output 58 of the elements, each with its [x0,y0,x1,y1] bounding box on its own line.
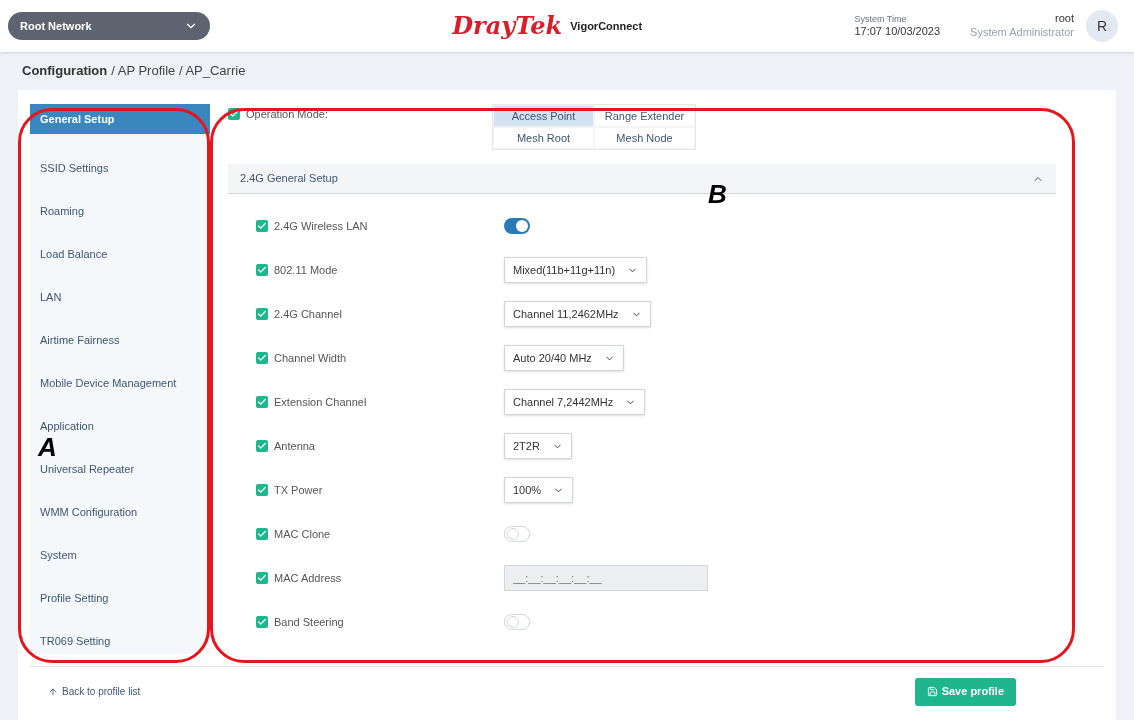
checkbox[interactable] [256,440,268,452]
annotation-label: A [38,435,57,459]
logo-product: VigorConnect [570,18,643,34]
mode-option[interactable]: Mesh Root [493,127,594,149]
time-label: System Time [854,13,908,25]
setting-label: 2.4G Channel [274,306,342,322]
select-dropdown[interactable]: Channel 7,2442MHz [504,389,646,415]
setting-label: MAC Clone [274,526,331,542]
checkbox[interactable] [256,616,268,628]
mode-option[interactable]: Mesh Node [594,127,695,149]
user-role: System Administrator [970,26,1074,40]
setting-label: MAC Address [274,570,342,586]
network-dropdown[interactable]: Root Network [8,12,210,40]
setting-label: Band Steering [274,614,344,630]
user-name: root [1055,12,1074,26]
sidebar-item[interactable]: Load Balance [40,245,108,264]
select-dropdown[interactable]: Channel 11,2462MHz [504,301,651,327]
mode-option[interactable]: Range Extender [594,105,695,127]
checkbox[interactable] [256,484,268,496]
setting-label: Antenna [274,438,315,454]
checkbox[interactable] [256,264,268,276]
setting-label: Extension Channel [274,394,367,410]
checkbox[interactable] [256,396,268,408]
arrow-up-icon [48,686,58,697]
sidebar-item[interactable]: SSID Settings [40,159,109,178]
select-dropdown[interactable]: Mixed(11b+11g+11n) [504,257,648,283]
sidebar-item[interactable]: Application [40,417,94,436]
sidebar-item[interactable]: Roaming [40,202,85,221]
sidebar-item[interactable]: TR069 Setting [40,632,111,651]
checkbox[interactable] [256,308,268,320]
logo-brand: DrayTek [452,10,563,42]
toggle-switch[interactable] [504,614,530,630]
toggle-switch[interactable] [504,218,530,234]
checkbox[interactable] [256,528,268,540]
mode-option[interactable]: Access Point [493,105,594,127]
toggle-switch[interactable] [504,526,530,542]
setting-label: Channel Width [274,350,347,366]
time-value: 17:07 10/03/2023 [854,24,941,39]
setting-label: 2.4G Wireless LAN [274,218,368,234]
sidebar-item[interactable]: Profile Setting [40,589,109,608]
sidebar-item[interactable]: Airtime Fairness [40,331,120,350]
sidebar-item[interactable]: Universal Repeater [40,460,135,479]
breadcrumb-path: / AP Profile / AP_Carrie [111,62,246,81]
save-icon [926,686,938,697]
setting-label: 802.11 Mode [274,262,338,278]
sidebar-item[interactable]: System [40,546,77,565]
sidebar-item[interactable]: WMM Configuration [40,503,138,522]
avatar[interactable]: R [1086,10,1118,42]
back-link[interactable]: Back to profile list [48,684,141,699]
sidebar-item[interactable]: Mobile Device Management [40,374,177,393]
setting-label: TX Power [274,482,323,498]
checkbox[interactable] [256,220,268,232]
sidebar-item[interactable]: LAN [40,288,62,307]
checkbox[interactable] [256,352,268,364]
select-dropdown[interactable]: 2T2R [504,433,572,459]
breadcrumb-root[interactable]: Configuration [22,61,108,81]
select-dropdown[interactable]: 100% [504,477,574,503]
select-dropdown[interactable]: Auto 20/40 MHz [504,345,624,371]
